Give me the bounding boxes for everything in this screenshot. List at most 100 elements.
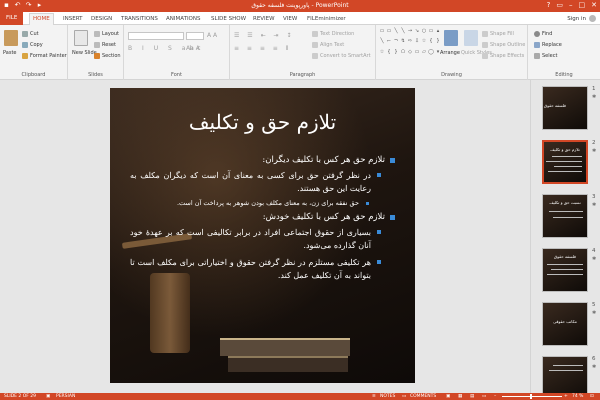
slide-thumbnail[interactable]: نسبت حق و تکلیف — [542, 194, 588, 238]
slideshow-view-icon[interactable]: ▭ — [482, 394, 486, 399]
tab-slide-show[interactable]: SLIDE SHOW — [208, 14, 249, 24]
paste-button[interactable]: Paste — [3, 50, 17, 56]
shape-icon[interactable]: } — [393, 49, 399, 58]
shapes-gallery[interactable]: ▭ ▭ ╲ ╲ → ↘ ○ ▭ ▴ ╲ ⌐ ¬ ↯ ⇨ ⇩ ☆{} ☆{} ⬠ ◇ ▭ ▱ ◯ ▾ — [379, 28, 440, 58]
section-button[interactable]: Section — [94, 53, 121, 59]
language-indicator[interactable]: PERSIAN — [56, 394, 75, 399]
shape-icon[interactable]: ▱ — [421, 49, 427, 58]
text-direction-button[interactable]: Text Direction — [312, 31, 354, 37]
notes-button[interactable]: NOTES — [380, 394, 395, 399]
tab-fileminimizer[interactable]: FILEminimizer — [304, 14, 349, 24]
normal-view-icon[interactable]: ▣ — [446, 394, 450, 399]
shape-icon[interactable]: ╲ — [379, 38, 385, 47]
zoom-slider-thumb[interactable] — [530, 394, 532, 399]
shape-icon[interactable]: ☆ — [421, 38, 427, 47]
thumbnail-row[interactable]: 2 ✱ تلازم حق و تکلیف — [531, 138, 600, 188]
shape-icon[interactable]: ⇩ — [414, 38, 420, 47]
copy-button[interactable]: Copy — [22, 42, 43, 48]
shape-icon[interactable]: ◇ — [407, 49, 413, 58]
tab-transitions[interactable]: TRANSITIONS — [118, 14, 161, 24]
tab-animations[interactable]: ANIMATIONS — [163, 14, 204, 24]
font-grow-icon[interactable]: A A — [207, 32, 217, 39]
arrange-icon[interactable] — [444, 30, 458, 46]
thumbnail-row[interactable]: 6 ✱ — [531, 354, 600, 393]
tab-review[interactable]: REVIEW — [250, 14, 278, 24]
ribbon-display-icon[interactable]: ▭ — [556, 1, 563, 9]
shape-icon[interactable]: ⬠ — [400, 49, 406, 58]
thumbnail-row[interactable]: 5 ✱ مکاتب حقوقی — [531, 300, 600, 350]
reading-view-icon[interactable]: ▤ — [470, 394, 474, 399]
slide-thumbnail-selected[interactable]: تلازم حق و تکلیف — [542, 140, 588, 184]
maximize-icon[interactable]: □ — [579, 1, 586, 9]
new-slide-icon[interactable] — [74, 30, 88, 46]
shape-icon[interactable]: } — [435, 38, 441, 47]
shape-icon[interactable]: ╲ — [393, 28, 399, 37]
help-icon[interactable]: ? — [547, 1, 551, 9]
account-icon[interactable] — [589, 15, 596, 22]
shape-icon[interactable]: ╲ — [400, 28, 406, 37]
replace-button[interactable]: Replace — [534, 42, 562, 48]
minimize-icon[interactable]: – — [569, 1, 573, 9]
shape-icon[interactable]: ⇨ — [407, 38, 413, 47]
slide-thumbnail[interactable]: فلسفه حقوق — [542, 248, 588, 292]
shape-icon[interactable]: ↯ — [400, 38, 406, 47]
shape-outline-button[interactable]: Shape Outline — [482, 42, 525, 48]
layout-button[interactable]: Layout — [94, 31, 119, 37]
zoom-out-icon[interactable]: – — [494, 394, 496, 399]
fit-slide-icon[interactable]: ⊡ — [590, 394, 594, 399]
convert-smartart-button[interactable]: Convert to SmartArt — [312, 53, 371, 59]
slide-body[interactable]: تلازم حق هر کس با تکلیف دیگران: در نظر گ… — [130, 150, 395, 282]
shape-icon[interactable]: ◯ — [428, 49, 434, 58]
shape-icon[interactable]: ▭ — [428, 28, 434, 37]
thumbnail-row[interactable]: 3 ✱ نسبت حق و تکلیف — [531, 192, 600, 242]
slide-thumbnail[interactable]: مکاتب حقوقی — [542, 302, 588, 346]
list-icons[interactable]: ☰ ☰ ⇤ ⇥ ↕ — [234, 32, 294, 39]
format-painter-button[interactable]: Format Painter — [22, 53, 67, 59]
tab-insert[interactable]: INSERT — [60, 14, 85, 24]
shape-icon[interactable]: { — [428, 38, 434, 47]
sign-in-link[interactable]: Sign in — [567, 16, 586, 22]
thumbnail-row[interactable]: 1 ✱ فلسفه حقوق — [531, 84, 600, 134]
shape-icon[interactable]: ▭ — [379, 28, 385, 37]
slide-canvas[interactable]: تلازم حق و تکلیف تلازم حق هر کس با تکلیف… — [110, 88, 415, 383]
shape-icon[interactable]: ▭ — [386, 28, 392, 37]
shape-icon[interactable]: ¬ — [393, 38, 399, 47]
paste-icon[interactable] — [4, 30, 18, 46]
arrange-button[interactable]: Arrange — [440, 50, 460, 56]
select-button[interactable]: Select — [534, 53, 557, 59]
zoom-level[interactable]: 74 % — [572, 394, 583, 399]
font-color-icon[interactable]: Aa A — [186, 45, 200, 52]
slide-thumbnail[interactable] — [542, 356, 588, 393]
shape-effects-button[interactable]: Shape Effects — [482, 53, 524, 59]
zoom-in-icon[interactable]: + — [564, 394, 568, 399]
reset-button[interactable]: Reset — [94, 42, 116, 48]
comments-button[interactable]: COMMENTS — [410, 394, 436, 399]
align-text-button[interactable]: Align Text — [312, 42, 344, 48]
shape-icon[interactable]: { — [386, 49, 392, 58]
tab-home[interactable]: HOME — [29, 13, 54, 25]
align-icons[interactable]: ≡ ≡ ≡ ≡ ⫴ — [234, 45, 291, 53]
thumbnail-row[interactable]: 4 ✱ فلسفه حقوق — [531, 246, 600, 296]
tab-view[interactable]: VIEW — [280, 14, 300, 24]
find-button[interactable]: Find — [534, 31, 552, 37]
shape-icon[interactable]: ☆ — [379, 49, 385, 58]
spelling-icon[interactable]: ▣ — [46, 394, 50, 399]
tab-file[interactable]: FILE — [0, 12, 24, 25]
font-size-combo[interactable] — [186, 32, 204, 40]
shape-icon[interactable]: ▴ — [435, 28, 441, 37]
slide-sorter-icon[interactable]: ▦ — [458, 394, 462, 399]
close-icon[interactable]: ✕ — [591, 1, 597, 9]
slide-thumbnail[interactable]: فلسفه حقوق — [542, 86, 588, 130]
cut-button[interactable]: Cut — [22, 31, 39, 37]
shape-fill-button[interactable]: Shape Fill — [482, 31, 514, 37]
quick-styles-icon[interactable] — [464, 30, 478, 46]
tab-design[interactable]: DESIGN — [88, 14, 115, 24]
zoom-slider[interactable] — [502, 396, 562, 397]
shape-icon[interactable]: → — [407, 28, 413, 37]
shape-icon[interactable]: ↘ — [414, 28, 420, 37]
shape-icon[interactable]: ⌐ — [386, 38, 392, 47]
shape-icon[interactable]: ▭ — [414, 49, 420, 58]
font-name-combo[interactable] — [128, 32, 184, 40]
shape-icon[interactable]: ○ — [421, 28, 427, 37]
new-slide-button[interactable]: New Slide — [72, 50, 97, 56]
